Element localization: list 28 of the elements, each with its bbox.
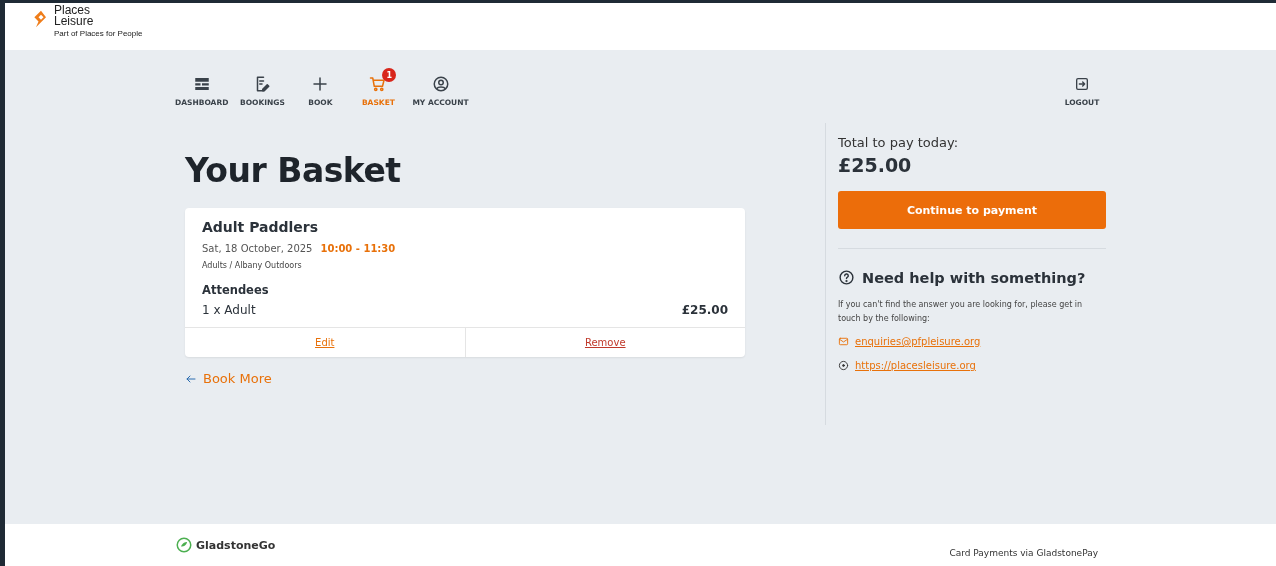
envelope-icon — [838, 336, 849, 347]
count-badge: 1 — [382, 68, 397, 82]
brand-name: Places — [54, 5, 91, 16]
user-circle-icon — [431, 75, 450, 93]
edit-link[interactable]: Edit — [315, 337, 335, 348]
total-amount: £25.00 — [838, 154, 913, 176]
attendees-heading: Attendees — [202, 283, 270, 297]
attendee-label: 1 x Adult — [202, 303, 256, 317]
item-time: 10:00 - 11:30 — [320, 243, 396, 254]
remove-link[interactable]: Remove — [584, 337, 626, 348]
brand-tagline: Part of Places for People — [54, 29, 143, 38]
footer-brand: GladstoneGo — [196, 538, 276, 552]
continue-to-payment-button[interactable]: Continue to payment — [838, 191, 1106, 229]
page-title: Your Basket — [185, 151, 402, 190]
plus-icon — [311, 75, 330, 93]
leaf-logo-icon — [175, 536, 193, 554]
total-label: Total to pay today: — [838, 135, 960, 150]
item-location: Adults / Albany Outdoors — [202, 261, 303, 270]
help-text: If you can't find the answer you are looking for, please get in touch by the following: — [838, 299, 1084, 325]
footer-payments-text: Card Payments via GladstonePay — [949, 547, 1098, 558]
item-date: Sat, 18 October, 2025 — [202, 243, 313, 254]
layout-icon — [192, 75, 211, 93]
logout-icon — [1074, 76, 1090, 92]
item-name: Adult Paddlers — [202, 219, 320, 235]
brand-name: Leisure — [54, 16, 95, 27]
attendee-price: £25.00 — [681, 303, 728, 317]
help-heading: Need help with something? — [862, 269, 1086, 286]
question-circle-icon — [838, 269, 855, 286]
